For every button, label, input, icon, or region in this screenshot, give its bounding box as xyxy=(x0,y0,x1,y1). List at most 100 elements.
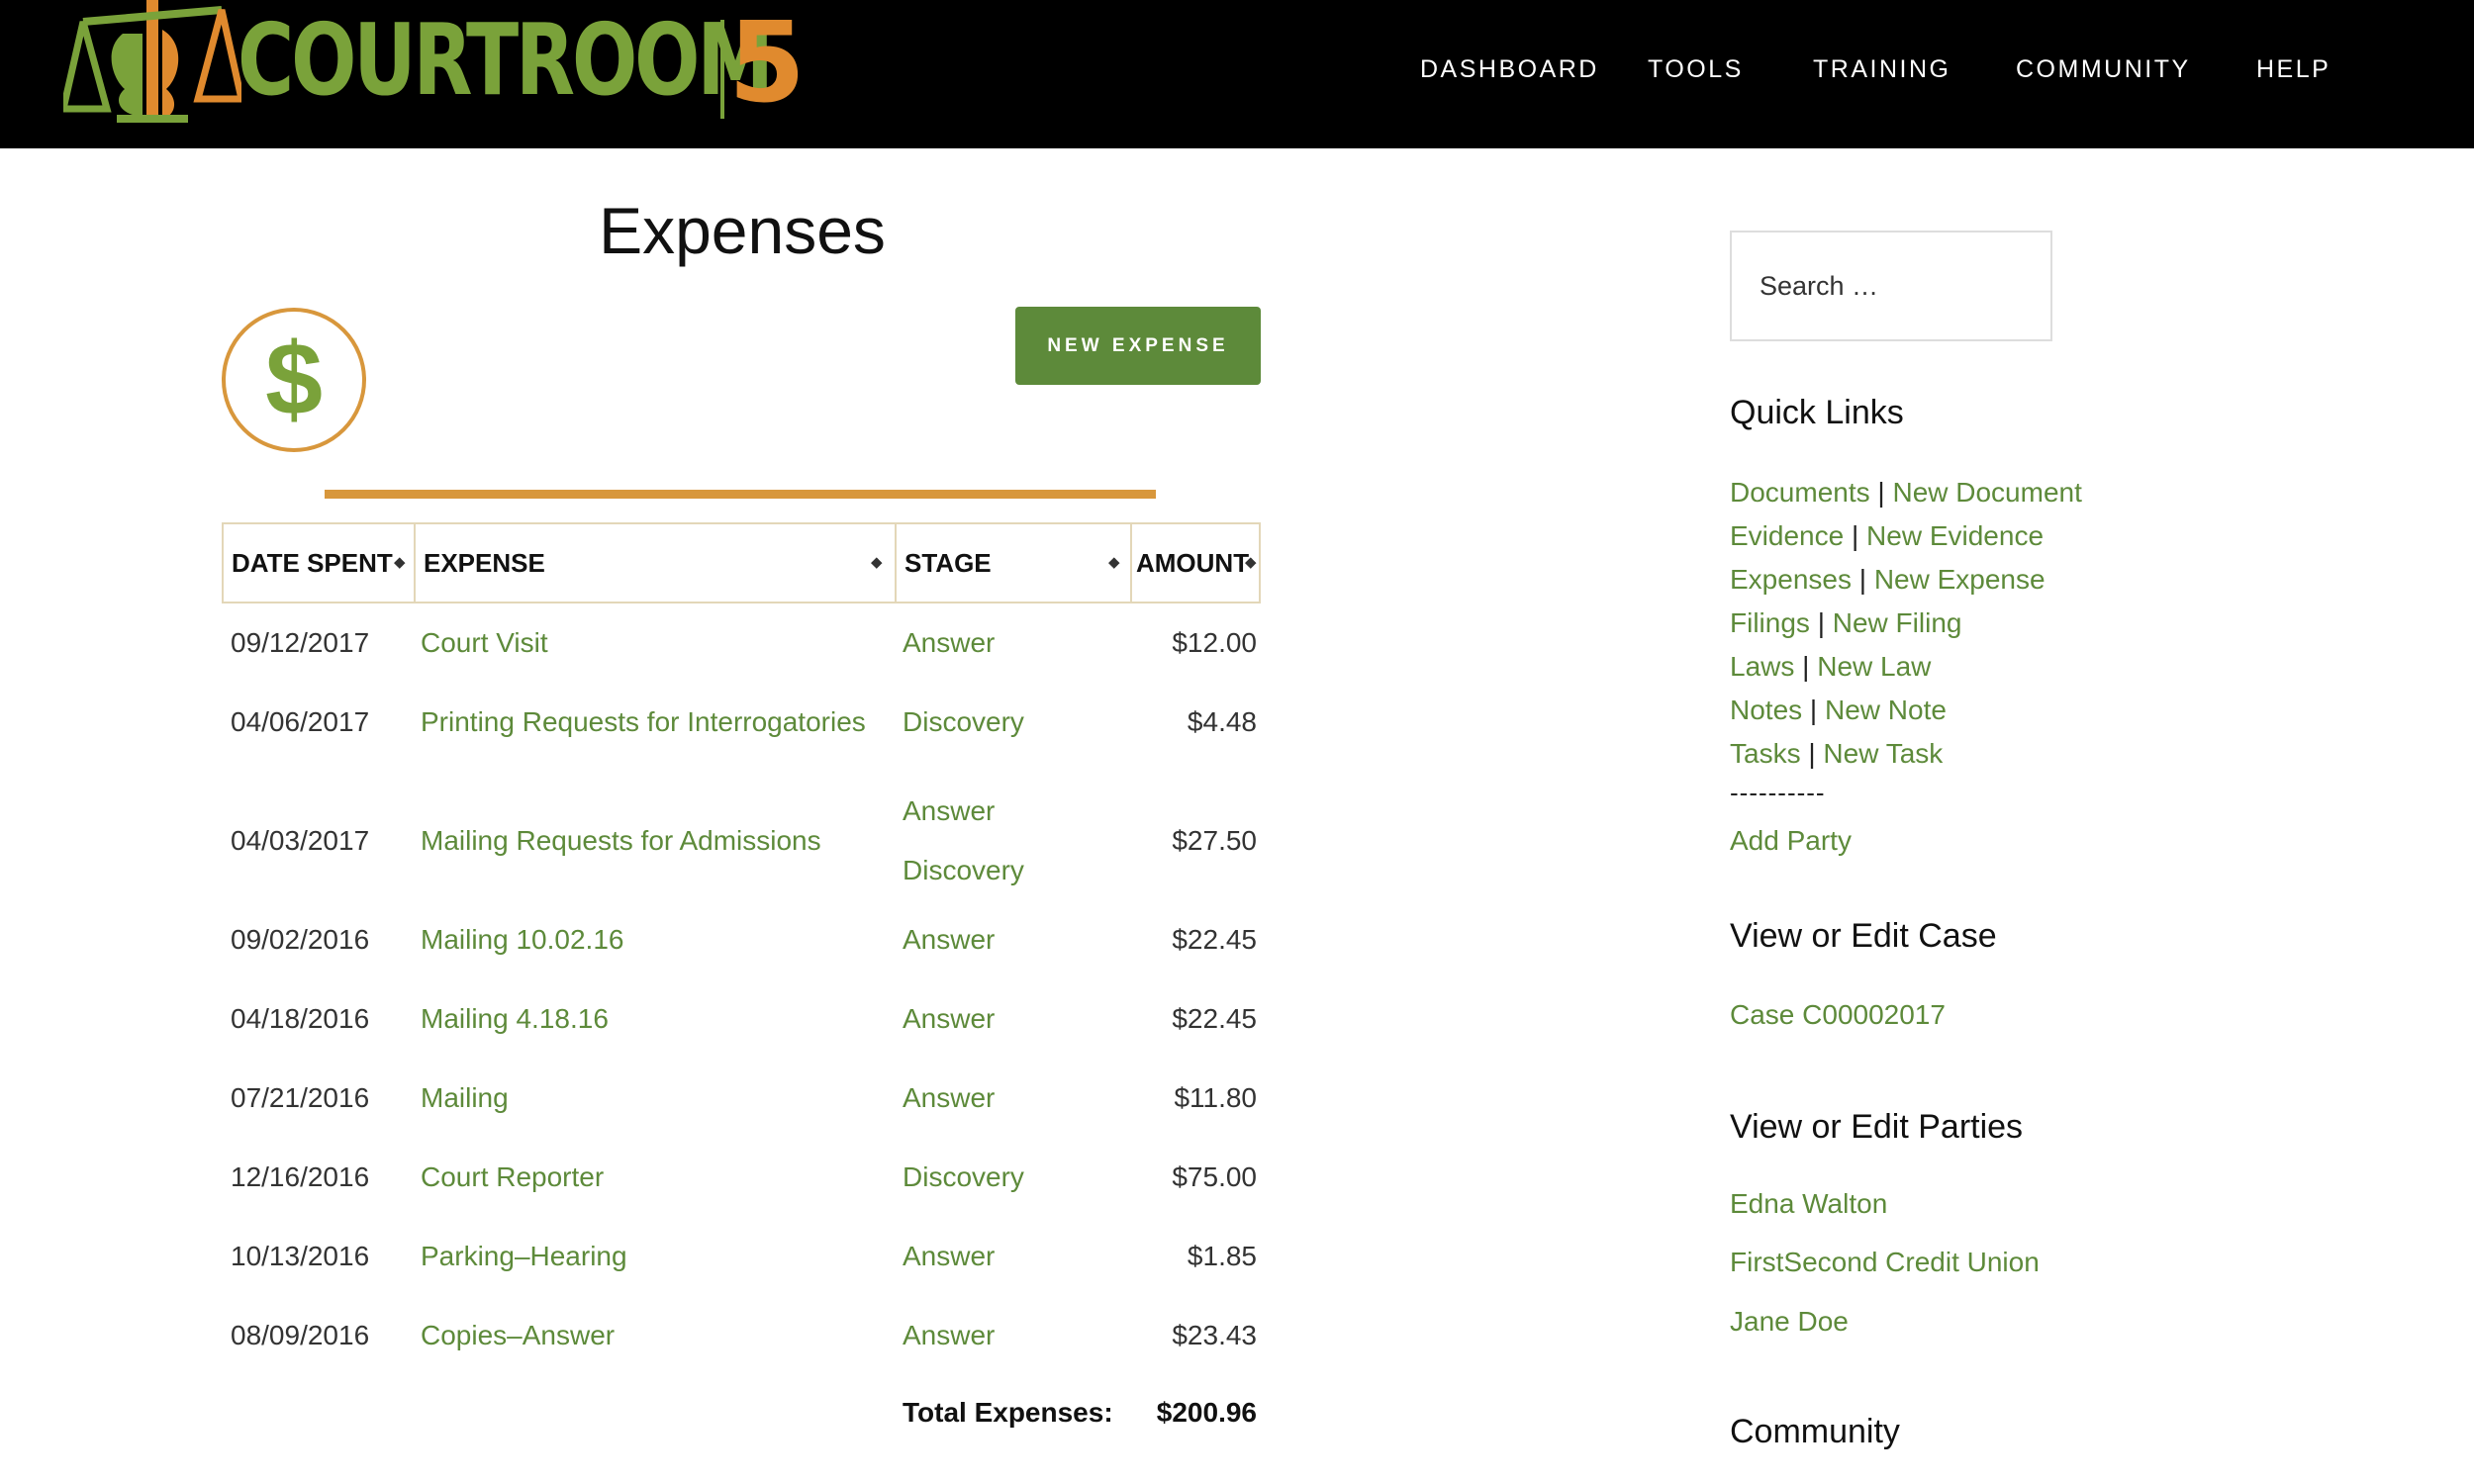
row-amount: $22.45 xyxy=(1172,924,1257,955)
search-input[interactable] xyxy=(1730,231,2052,341)
row-date: 09/12/2017 xyxy=(231,627,370,658)
row-stage-link[interactable]: Discovery xyxy=(903,851,1024,890)
quick-link-view[interactable]: Notes xyxy=(1730,695,1802,725)
row-stage-link[interactable]: Answer xyxy=(903,1078,995,1118)
quick-link-view[interactable]: Documents xyxy=(1730,477,1870,508)
party-link[interactable]: Jane Doe xyxy=(1730,1302,1849,1342)
top-nav-bar: COURTROOM 5 DASHBOARD TOOLS TRAINING COM… xyxy=(0,0,2474,148)
row-expense-link[interactable]: Mailing xyxy=(421,1078,509,1118)
new-expense-button[interactable]: NEW EXPENSE xyxy=(1015,307,1261,385)
sort-icon[interactable]: ◆ xyxy=(1245,524,1257,602)
column-label: DATE SPENT xyxy=(232,548,393,578)
row-date: 04/03/2017 xyxy=(231,825,370,856)
row-date: 04/18/2016 xyxy=(231,1003,370,1034)
column-label: AMOUNT xyxy=(1136,548,1250,578)
party-link[interactable]: FirstSecond Credit Union xyxy=(1730,1243,2040,1282)
row-stage-link[interactable]: Answer xyxy=(903,623,995,663)
nav-community[interactable]: COMMUNITY xyxy=(2016,49,2191,89)
logo-wordmark: COURTROOM xyxy=(238,2,774,118)
sort-icon[interactable]: ◆ xyxy=(1108,524,1120,602)
quick-link-new[interactable]: New Evidence xyxy=(1866,520,2044,551)
row-amount: $1.85 xyxy=(1187,1241,1257,1271)
row-amount: $27.50 xyxy=(1172,825,1257,856)
row-expense-link[interactable]: Mailing 10.02.16 xyxy=(421,920,623,960)
row-expense-link[interactable]: Parking–Hearing xyxy=(421,1237,627,1276)
nav-tools[interactable]: TOOLS xyxy=(1648,49,1744,89)
quick-link-new[interactable]: New Note xyxy=(1825,695,1947,725)
quick-link-view[interactable]: Filings xyxy=(1730,607,1810,638)
quick-link-separator: | xyxy=(1851,564,1874,595)
row-amount: $22.45 xyxy=(1172,1003,1257,1034)
quick-link-separator: | xyxy=(1844,520,1867,551)
row-amount: $12.00 xyxy=(1172,627,1257,658)
row-date: 10/13/2016 xyxy=(231,1241,370,1271)
row-date: 08/09/2016 xyxy=(231,1320,370,1350)
quick-link-view[interactable]: Tasks xyxy=(1730,738,1801,769)
nav-dashboard[interactable]: DASHBOARD xyxy=(1420,49,1599,89)
row-expense-link[interactable]: Mailing 4.18.16 xyxy=(421,999,609,1039)
quick-link-row: Documents | New Document xyxy=(1730,473,2082,512)
column-label: EXPENSE xyxy=(424,548,545,578)
courtroom5-logo[interactable]: COURTROOM 5 xyxy=(63,0,806,129)
row-date: 04/06/2017 xyxy=(231,706,370,737)
dollar-icon: $ xyxy=(222,308,366,452)
row-expense-link[interactable]: Court Reporter xyxy=(421,1158,604,1197)
quick-link-row: Tasks | New Task xyxy=(1730,734,1943,774)
quick-link-separator: | xyxy=(1809,607,1833,638)
row-date: 07/21/2016 xyxy=(231,1082,370,1113)
logo-divider xyxy=(720,20,724,119)
quick-link-separator: | xyxy=(1800,738,1824,769)
quick-link-row: Notes | New Note xyxy=(1730,691,1947,730)
quick-link-new[interactable]: New Expense xyxy=(1874,564,2046,595)
party-link[interactable]: Edna Walton xyxy=(1730,1184,1887,1224)
logo-number: 5 xyxy=(728,0,806,128)
row-stage-link[interactable]: Discovery xyxy=(903,702,1024,742)
view-edit-case-heading: View or Edit Case xyxy=(1730,917,1997,955)
row-stage-link[interactable]: Discovery xyxy=(903,1158,1024,1197)
quick-link-view[interactable]: Laws xyxy=(1730,651,1794,682)
row-expense-link[interactable]: Court Visit xyxy=(421,623,548,663)
add-party-link[interactable]: Add Party xyxy=(1730,821,1852,861)
row-amount: $75.00 xyxy=(1172,1161,1257,1192)
sort-icon[interactable]: ◆ xyxy=(394,524,406,602)
quick-link-view[interactable]: Evidence xyxy=(1730,520,1844,551)
column-date-spent[interactable]: DATE SPENT ◆ xyxy=(224,524,414,602)
row-stage-link[interactable]: Answer xyxy=(903,920,995,960)
quick-link-row: Filings | New Filing xyxy=(1730,603,1961,643)
quick-link-new[interactable]: New Filing xyxy=(1833,607,1962,638)
row-stage-link[interactable]: Answer xyxy=(903,999,995,1039)
quick-link-new[interactable]: New Document xyxy=(1892,477,2081,508)
view-edit-parties-heading: View or Edit Parties xyxy=(1730,1108,2024,1146)
row-amount: $23.43 xyxy=(1172,1320,1257,1350)
column-expense[interactable]: EXPENSE ◆ xyxy=(414,524,895,602)
column-label: STAGE xyxy=(904,548,992,578)
scales-of-justice-icon xyxy=(63,0,241,123)
column-stage[interactable]: STAGE ◆ xyxy=(895,524,1130,602)
row-expense-link[interactable]: Mailing Requests for Admissions xyxy=(421,821,821,861)
case-link[interactable]: Case C00002017 xyxy=(1730,995,1946,1035)
quick-links-heading: Quick Links xyxy=(1730,394,1904,431)
row-expense-link[interactable]: Copies–Answer xyxy=(421,1316,615,1355)
quick-link-new[interactable]: New Task xyxy=(1823,738,1943,769)
total-expenses-label: Total Expenses: xyxy=(903,1397,1113,1428)
row-stage-link[interactable]: Answer xyxy=(903,1237,995,1276)
page-title: Expenses xyxy=(599,194,886,267)
quick-link-new[interactable]: New Law xyxy=(1817,651,1931,682)
row-stage-link[interactable]: Answer xyxy=(903,1316,995,1355)
nav-training[interactable]: TRAINING xyxy=(1813,49,1951,89)
row-stage-link[interactable]: Answer xyxy=(903,791,995,831)
quick-links-separator: ---------- xyxy=(1730,778,1826,807)
quick-link-row: Laws | New Law xyxy=(1730,647,1931,687)
quick-link-row: Expenses | New Expense xyxy=(1730,560,2046,600)
quick-link-view[interactable]: Expenses xyxy=(1730,564,1852,595)
community-heading: Community xyxy=(1730,1413,1900,1450)
column-amount[interactable]: AMOUNT ◆ xyxy=(1130,524,1259,602)
row-amount: $4.48 xyxy=(1187,706,1257,737)
quick-link-separator: | xyxy=(1802,695,1825,725)
total-expenses-value: $200.96 xyxy=(1156,1397,1257,1428)
row-expense-link[interactable]: Printing Requests for Interrogatories xyxy=(421,702,866,742)
nav-help[interactable]: HELP xyxy=(2256,49,2331,89)
quick-link-separator: | xyxy=(1794,651,1818,682)
quick-link-row: Evidence | New Evidence xyxy=(1730,516,2044,556)
sort-icon[interactable]: ◆ xyxy=(871,524,883,602)
